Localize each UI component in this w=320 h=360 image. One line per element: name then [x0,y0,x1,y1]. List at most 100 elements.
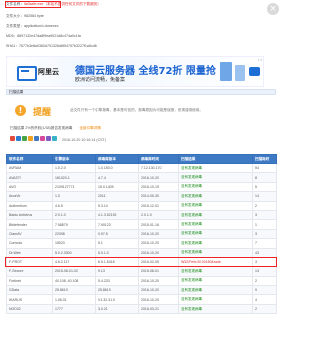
scan-result: 没有发现病毒 [178,209,253,221]
scan-time: 2 [252,200,277,211]
share-icons [10,136,58,142]
scan-time: 1 [252,219,277,230]
db-version: 4.7.4 [95,172,139,183]
db-version: 2011 [95,191,139,202]
engine-version: 40.108, 40.108 [52,275,96,287]
table-row: Authentium 4.6.5 5.3.14 2015-12-01 没有发现病毒 2 [6,200,277,211]
db-date: 2016-10-20 [138,247,179,258]
table-row: F-PROT 4.6.2.117 6.5.1.5418 2016-02-05 W32/F… [6,256,277,268]
file-md5: MD5：8897132e47da8f9ea9021d8c474a0c1fa [6,34,81,38]
scan-time: 43 [252,247,277,258]
db-version: 5.1 [95,238,139,249]
db-date: 2016-10-20 [138,275,179,287]
scan-time: 7 [252,238,277,249]
col-result[interactable]: 扫描结果 [178,154,253,164]
col-engine[interactable]: 软件名称 [6,154,53,164]
col-time[interactable]: 扫描耗时 [252,154,277,164]
close-icon[interactable]: × [267,3,279,15]
table-row: Comodo 15023 5.1 2016-10-20 没有发现病毒 7 [6,238,277,249]
scan-result: 没有发现病毒 [178,285,253,296]
db-version: 3.0.21 [95,303,139,315]
ad-brand: 阿里云 [38,68,59,76]
table-row: Fortinet 40.108, 40.108 5.4.233 2016-10-20 没… [6,275,277,287]
db-date: 2015-01-16 [138,219,179,230]
engine-name: NOD32 [6,303,53,315]
db-date: 2016-10-20 [138,228,179,240]
share-icon[interactable] [22,136,27,141]
db-version: V1.32.31.0 [95,294,139,305]
aliyun-logo-icon [17,66,37,81]
scan-result: 没有发现病毒 [178,294,253,305]
engine-version: 4.6.2.117 [52,256,96,268]
file-name-highlight [5,1,61,8]
alert-title: 提醒 [33,108,52,118]
db-date: 2016-02-05 [138,256,179,268]
engine-name: ClamAV [6,228,53,240]
bottom-fade [0,350,285,360]
engine-version: 4.6.5 [52,200,96,211]
scan-summary-line: 扫描结果 2%的杀软(1/38)报告发现病毒 全部引擎详情 [10,126,101,131]
db-date: 2016-10-19 [138,181,179,193]
scan-result: 没有发现病毒 [178,238,253,249]
scan-result: 没有发现病毒 [178,191,253,202]
share-icon[interactable] [10,136,15,141]
all-engines-link[interactable]: 全部引擎详情 [79,126,101,130]
col-engine-version[interactable]: 引擎版本 [52,154,96,164]
scan-time: 14 [252,191,277,202]
file-type: 文件类型：application/x-dosexec [6,24,59,28]
table-row: AVRAM 1.0.2.0 1.0.150.0 7.12.130.170 没有发现病毒 5… [6,162,277,174]
scan-result-header: 扫描结果 [6,89,276,95]
file-sha1: SHA1：7677b3e8a0360d701326d6f54757b3227f1… [6,44,97,48]
db-date: 2016-10-20 [138,294,179,305]
engine-name: Fortinet [6,275,53,287]
scan-result: 没有发现病毒 [178,303,253,315]
engine-name: IKARUS [6,294,53,305]
engine-name: AVAST! [6,172,53,183]
alert-icon: ! [15,105,26,116]
table-row: Dr.Web 5.0.2.3300 5.0.1.0 2016-10-20 没有发现病毒 4… [6,247,277,258]
scan-time: 8 [252,172,277,183]
engine-name: F-PROT [6,256,53,268]
scan-result: 没有发现病毒 [178,266,253,277]
share-icon[interactable] [40,136,45,141]
db-version: 5.4.233 [95,275,139,287]
col-db-date[interactable]: 病毒库时间 [138,154,179,164]
engine-version: 2.0.1.0 [52,209,96,221]
col-db-version[interactable]: 病毒库版本 [95,154,139,164]
engine-version: 161020-1 [52,172,96,183]
engine-version: 15023 [52,238,96,249]
share-icon[interactable] [28,136,33,141]
scan-time: 13 [252,266,277,277]
engine-version: 25.8619 [52,285,96,296]
ad-cta-button[interactable] [249,67,260,76]
scan-result: 没有发现病毒 [178,181,253,193]
ad-close-icon[interactable]: i × [258,57,262,62]
db-date: 2015-12-01 [138,200,179,211]
db-version: 6.5.1.5418 [95,256,139,268]
db-version: 5.3.14 [95,200,139,211]
share-icon[interactable] [52,136,57,141]
scan-result: 没有发现病毒 [178,247,253,258]
db-version: 1.0.150.0 [95,162,139,174]
db-version: 5.0.1.0 [95,247,139,258]
share-icon[interactable] [46,136,51,141]
ad-title: 德国云服务器 全线72折 限量抢 [75,66,216,77]
ad-banner[interactable]: 阿里云 德国云服务器 全线72折 限量抢 欧洲访问流畅，免备案 [6,56,264,87]
scan-result: 没有发现病毒 [178,275,253,287]
scan-results-table: 软件名称 引擎版本 病毒库版本 病毒库时间 扫描结果 扫描耗时 AVRAM 1.0… [6,154,277,315]
table-row: GData 25.8619 25.8619 2016-10-20 没有发现病毒 9 [6,285,277,296]
table-row: AVG 2109127771 15.0.1405 2016-10-19 没有发现病毒 5 [6,181,277,193]
engine-version: 5.0.2.3300 [52,247,96,258]
share-icon[interactable] [34,136,39,141]
scan-result: 没有发现病毒 [178,172,253,183]
db-version: 0.97.5 [95,228,139,240]
engine-version: 1.0 [52,191,96,202]
scan-time: 3 [252,209,277,221]
engine-version: 22398 [52,228,96,240]
db-date: 2015-08-01 [138,266,179,277]
engine-name: GData [6,285,53,296]
scan-time: 9 [252,285,277,296]
engine-version: 2109127771 [52,181,96,193]
share-icon[interactable] [16,136,21,141]
db-date: 7.12.130.170 [138,162,179,174]
